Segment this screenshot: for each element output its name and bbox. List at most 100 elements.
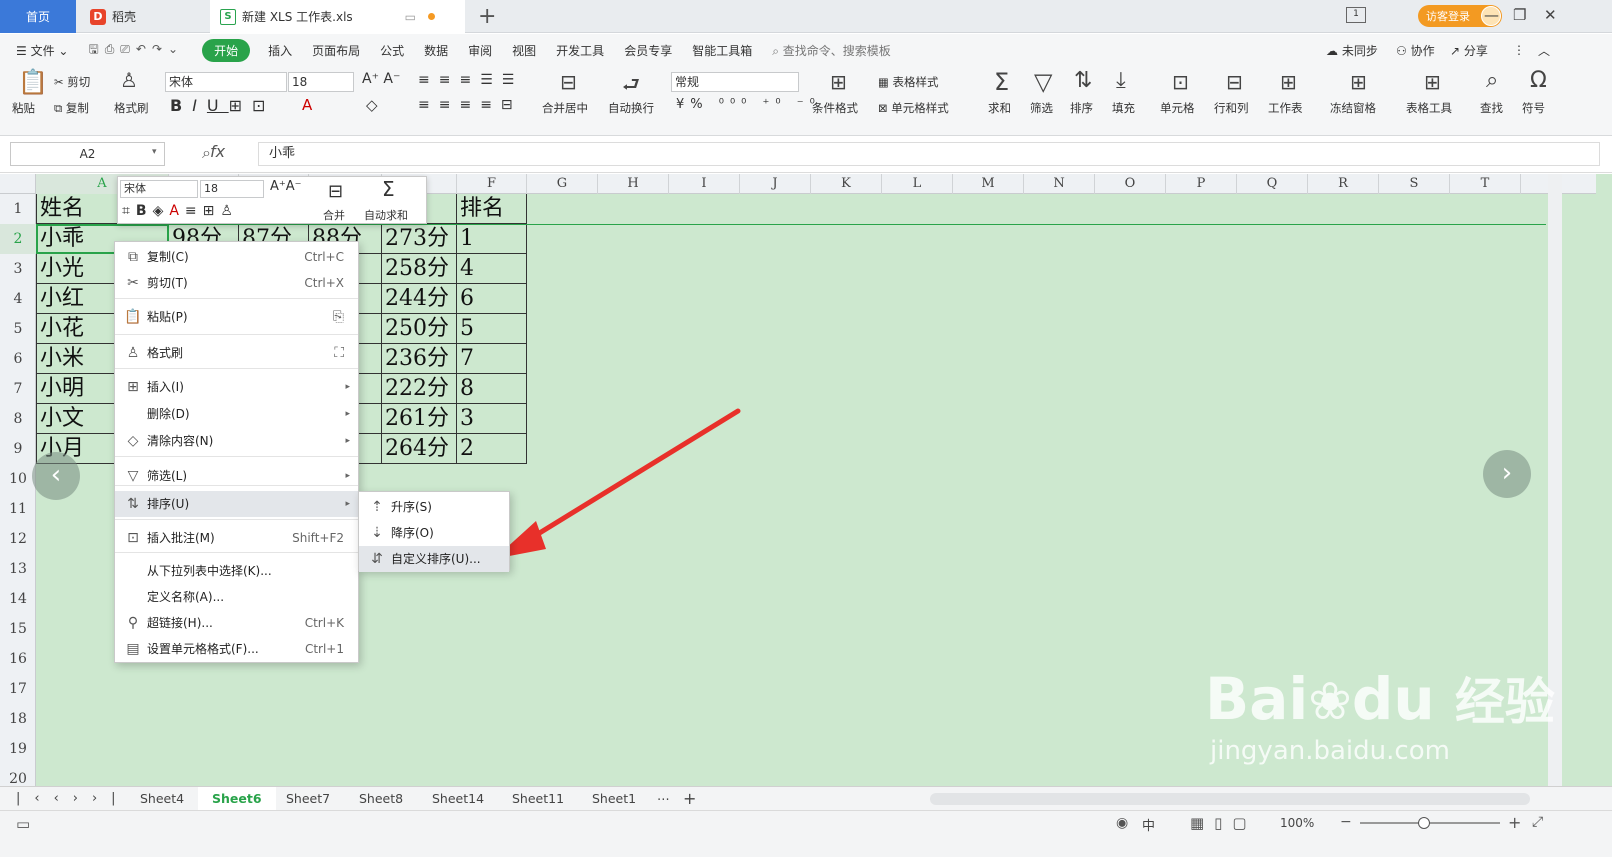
row-header[interactable]: 2 <box>0 224 36 254</box>
submenu-item-descending[interactable]: ⇣ 降序(O) <box>359 520 509 546</box>
menu-insert[interactable]: 插入 <box>258 42 302 59</box>
find-icon[interactable]: ⌕ <box>1486 68 1498 93</box>
row-col-icon[interactable]: ⊟ <box>1226 70 1243 94</box>
sheet-tab[interactable]: Sheet14 <box>432 787 484 811</box>
sheet-tab[interactable]: Sheet4 <box>140 787 184 811</box>
window-count-icon[interactable]: 1 <box>1346 7 1366 23</box>
sheet-tab[interactable]: Sheet7 <box>286 787 330 811</box>
menu-view[interactable]: 视图 <box>502 42 546 59</box>
more-icon[interactable]: ⋮ <box>1513 43 1525 57</box>
font-size-select[interactable]: 18 <box>288 72 354 92</box>
collab-button[interactable]: ⚇ 协作 <box>1396 42 1435 59</box>
context-menu-item[interactable]: ⊡ 插入批注(M) Shift+F2 <box>115 525 358 551</box>
table-style-button[interactable]: ▦ 表格样式 <box>878 74 939 90</box>
font-color-icon[interactable]: A <box>302 96 312 114</box>
sum-button[interactable]: 求和 <box>988 100 1011 116</box>
column-header[interactable]: S <box>1379 174 1450 194</box>
sheet-nav-icons[interactable]: |‹‹››| <box>16 787 130 811</box>
cell-button[interactable]: 单元格 <box>1160 100 1195 116</box>
formula-input[interactable]: 小乖 <box>258 142 1600 166</box>
menu-member[interactable]: 会员专享 <box>614 42 682 59</box>
zoom-slider-handle[interactable] <box>1418 817 1430 829</box>
menu-data[interactable]: 数据 <box>414 42 458 59</box>
context-menu-item[interactable]: ⇅ 排序(U) ▸ <box>115 491 358 517</box>
format-painter-button[interactable]: 格式刷 <box>114 100 149 116</box>
context-menu-item[interactable]: ♙ 格式刷 ⛶ <box>115 340 358 366</box>
wrap-text-icon[interactable]: ⮐ <box>622 70 640 104</box>
collapse-ribbon-icon[interactable]: ︿ <box>1538 42 1550 59</box>
context-menu-item[interactable]: ▽ 筛选(L) ▸ <box>115 463 358 489</box>
sheet-tab[interactable]: Sheet11 <box>512 787 564 811</box>
context-menu-item[interactable]: ✂ 剪切(T) Ctrl+X <box>115 270 358 296</box>
table-cell[interactable]: 258分 <box>382 254 457 284</box>
close-icon[interactable]: ✕ <box>1544 6 1557 24</box>
row-header[interactable]: 12 <box>0 524 36 554</box>
row-header[interactable]: 3 <box>0 254 36 284</box>
table-cell[interactable]: 236分 <box>382 344 457 374</box>
column-header[interactable]: Q <box>1237 174 1308 194</box>
eraser-icon[interactable]: ◇ <box>366 96 378 114</box>
table-cell[interactable]: 6 <box>457 284 527 314</box>
context-menu-item[interactable]: ⚲ 超链接(H)... Ctrl+K <box>115 610 358 636</box>
row-col-button[interactable]: 行和列 <box>1214 100 1249 116</box>
eye-protect-icon[interactable]: ◉ <box>1116 815 1128 831</box>
context-menu-item[interactable]: 定义名称(A)... <box>115 584 358 610</box>
view-mode-icons[interactable]: ▦▯▢ <box>1190 814 1257 832</box>
paste-button[interactable]: 粘贴 <box>12 100 35 116</box>
mini-autosum-button[interactable]: 自动求和 <box>364 207 408 223</box>
restore-icon[interactable]: ❐ <box>1513 6 1526 24</box>
command-search[interactable]: ⌕ 查找命令、搜索模板 <box>762 42 901 59</box>
row-header[interactable]: 1 <box>0 194 36 224</box>
row-header[interactable]: 18 <box>0 704 36 734</box>
sort-button[interactable]: 排序 <box>1070 100 1093 116</box>
zoom-out-icon[interactable]: − <box>1340 814 1352 830</box>
filter-icon[interactable]: ▽ <box>1034 68 1052 96</box>
prev-arrow-icon[interactable]: ‹ <box>32 452 80 500</box>
select-all-corner[interactable] <box>0 174 36 194</box>
row-header[interactable]: 19 <box>0 734 36 764</box>
filter-button[interactable]: 筛选 <box>1030 100 1053 116</box>
row-header[interactable]: 14 <box>0 584 36 614</box>
name-box-dropdown-icon[interactable]: ▾ <box>152 147 157 157</box>
zoom-in-icon[interactable]: + <box>1508 813 1521 832</box>
merge-center-button[interactable]: 合并居中 <box>542 100 588 116</box>
conditional-format-icon[interactable]: ⊞ <box>830 70 847 94</box>
context-menu-item[interactable]: ▤ 设置单元格格式(F)... Ctrl+1 <box>115 636 358 662</box>
column-header[interactable]: L <box>882 174 953 194</box>
table-cell[interactable]: 排名 <box>457 194 527 224</box>
column-header[interactable]: H <box>598 174 669 194</box>
zoom-level[interactable]: 100% <box>1280 816 1314 830</box>
table-cell[interactable]: 250分 <box>382 314 457 344</box>
row-header[interactable]: 7 <box>0 374 36 404</box>
context-menu-item[interactable]: ◇ 清除内容(N) ▸ <box>115 428 358 454</box>
column-header[interactable]: O <box>1095 174 1166 194</box>
worksheet-button[interactable]: 工作表 <box>1268 100 1303 116</box>
cell-icon[interactable]: ⊡ <box>1172 70 1189 94</box>
conditional-format-button[interactable]: 条件格式 <box>812 100 858 116</box>
row-header[interactable]: 4 <box>0 284 36 314</box>
sync-button[interactable]: ☁ 未同步 <box>1326 42 1378 59</box>
align-icons-bottom[interactable]: ≡≡≡≡⊟ <box>418 97 522 113</box>
quick-access-icons[interactable]: 🖫⎙⎚↶↷⌄ <box>78 40 194 61</box>
column-header[interactable]: N <box>1024 174 1095 194</box>
minimize-icon[interactable]: — <box>1484 6 1499 24</box>
row-header[interactable]: 13 <box>0 554 36 584</box>
menu-review[interactable]: 审阅 <box>458 42 502 59</box>
horizontal-scrollbar[interactable] <box>930 793 1530 805</box>
font-grow-shrink-icon[interactable]: A⁺ A⁻ <box>362 71 400 87</box>
column-header[interactable]: I <box>669 174 740 194</box>
new-tab-plus-icon[interactable]: + <box>478 4 496 29</box>
row-header[interactable]: 6 <box>0 344 36 374</box>
monitor-icon[interactable]: ▭ <box>405 10 416 24</box>
table-tools-button[interactable]: 表格工具 <box>1406 100 1452 116</box>
merge-center-icon[interactable]: ⊟ <box>560 70 577 94</box>
freeze-panes-icon[interactable]: ⊞ <box>1350 70 1367 94</box>
row-header[interactable]: 5 <box>0 314 36 344</box>
mini-font-select[interactable]: 宋体 <box>120 180 198 198</box>
sheet-tab[interactable]: Sheet6 <box>198 787 276 811</box>
table-cell[interactable]: 4 <box>457 254 527 284</box>
column-header[interactable]: R <box>1308 174 1379 194</box>
mini-merge-icon[interactable]: ⊟ <box>328 181 343 202</box>
column-header[interactable]: T <box>1450 174 1521 194</box>
fill-button[interactable]: 填充 <box>1112 100 1135 116</box>
